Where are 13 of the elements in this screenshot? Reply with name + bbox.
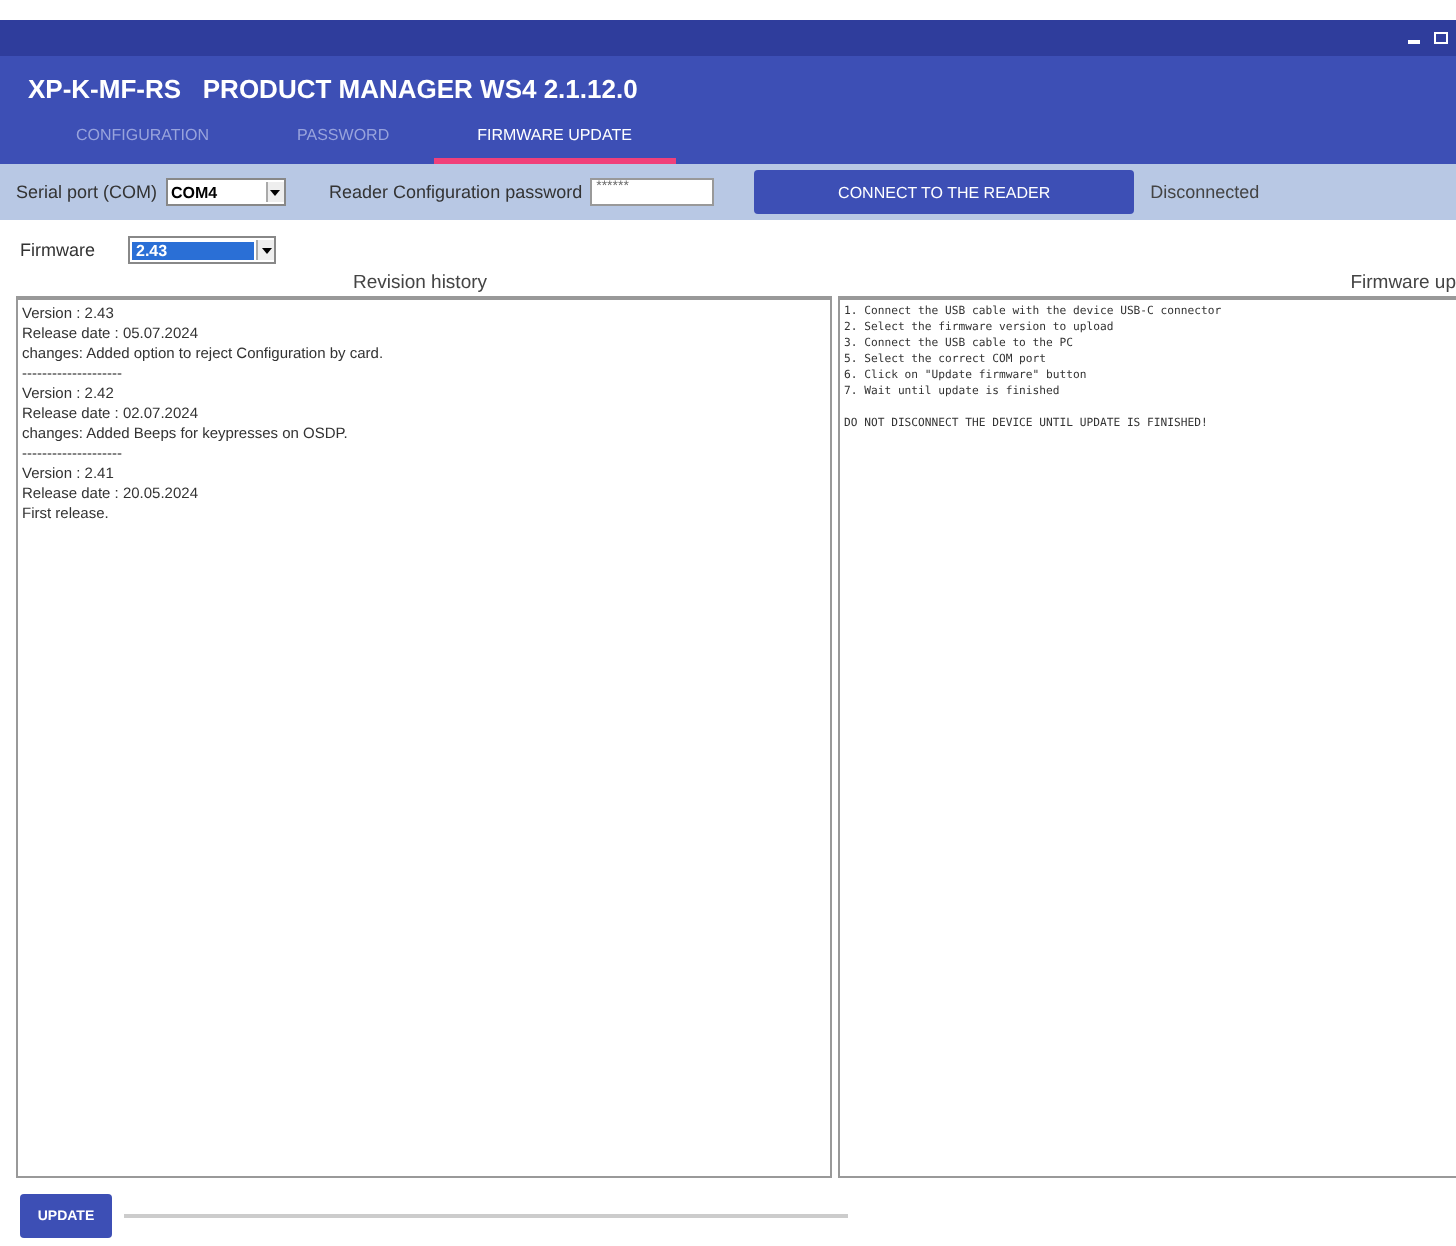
- revision-history-heading: Revision history: [352, 271, 488, 293]
- password-label: Reader Configuration password: [329, 182, 583, 202]
- serial-port-label: Serial port (COM): [16, 182, 158, 202]
- caret-icon: [256, 240, 274, 260]
- firmware-update-heading: Firmware up: [1350, 271, 1456, 293]
- firmware-label: Firmware: [20, 240, 97, 260]
- firmware-dropdown[interactable]: 2.43: [128, 236, 276, 264]
- connect-button[interactable]: CONNECT TO THE READER: [754, 170, 1135, 214]
- connection-status: Disconnected: [1150, 182, 1260, 202]
- window-title: XP-K-MF-RS PRODUCT MANAGER WS4 2.1.12.0: [26, 72, 640, 104]
- serial-port-dropdown[interactable]: COM4: [165, 178, 286, 206]
- maximize-icon[interactable]: [1434, 32, 1448, 44]
- caret-icon: [265, 182, 284, 202]
